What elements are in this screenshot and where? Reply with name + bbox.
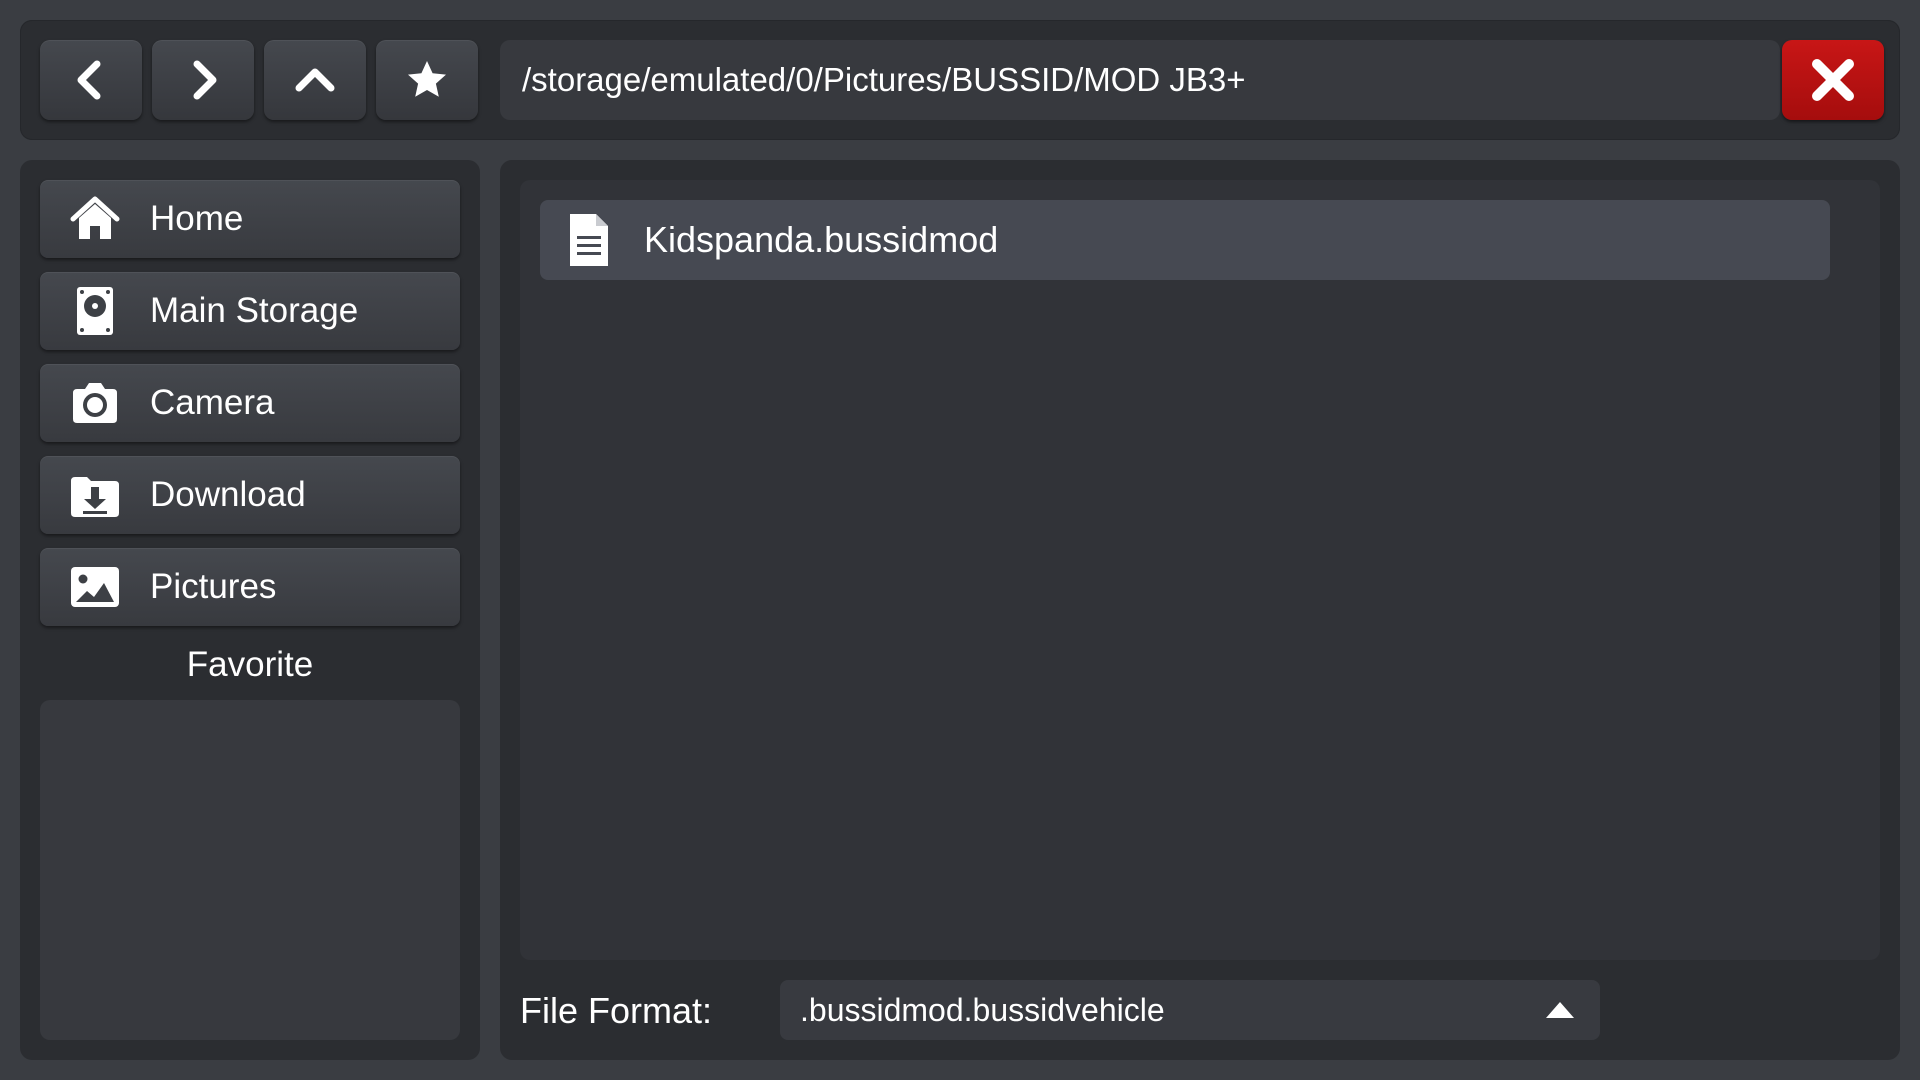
star-icon bbox=[408, 61, 446, 97]
sidebar-item-label: Pictures bbox=[150, 567, 277, 606]
file-format-value: .bussidmod.bussidvehicle bbox=[800, 991, 1165, 1028]
camera-icon bbox=[68, 376, 122, 430]
triangle-up-icon bbox=[1542, 998, 1578, 1020]
sidebar-item-main-storage[interactable]: Main Storage bbox=[40, 272, 460, 350]
file-name: Kidspanda.bussidmod bbox=[644, 219, 999, 260]
file-format-select[interactable]: .bussidmod.bussidvehicle bbox=[780, 980, 1600, 1040]
close-button[interactable] bbox=[1782, 40, 1884, 120]
download-icon bbox=[68, 468, 122, 522]
favorite-list[interactable] bbox=[40, 700, 460, 1040]
back-button[interactable] bbox=[40, 40, 142, 120]
sidebar-item-label: Download bbox=[150, 475, 306, 514]
list-item[interactable]: Kidspanda.bussidmod bbox=[540, 200, 1830, 280]
document-icon bbox=[566, 212, 612, 268]
favorite-heading: Favorite bbox=[186, 645, 314, 684]
forward-button[interactable] bbox=[152, 40, 254, 120]
up-directory-button[interactable] bbox=[264, 40, 366, 120]
file-format-label: File Format: bbox=[520, 990, 713, 1031]
chevron-left-icon bbox=[77, 60, 101, 100]
path-field[interactable]: /storage/emulated/0/Pictures/BUSSID/MOD … bbox=[500, 40, 1780, 120]
storage-icon bbox=[68, 284, 122, 338]
sidebar: Home Main Storage Camera Download Pictur… bbox=[20, 160, 480, 1060]
file-list[interactable]: Kidspanda.bussidmod bbox=[520, 180, 1880, 960]
file-browser-screen: /storage/emulated/0/Pictures/BUSSID/MOD … bbox=[0, 0, 1920, 1080]
sidebar-item-download[interactable]: Download bbox=[40, 456, 460, 534]
sidebar-item-home[interactable]: Home bbox=[40, 180, 460, 258]
sidebar-item-label: Home bbox=[150, 199, 244, 238]
sidebar-item-pictures[interactable]: Pictures bbox=[40, 548, 460, 626]
toolbar: /storage/emulated/0/Pictures/BUSSID/MOD … bbox=[20, 20, 1900, 140]
home-icon bbox=[68, 192, 122, 246]
close-icon bbox=[1812, 59, 1854, 101]
chevron-right-icon bbox=[193, 60, 217, 100]
image-icon bbox=[68, 560, 122, 614]
sidebar-item-camera[interactable]: Camera bbox=[40, 364, 460, 442]
chevron-up-icon bbox=[295, 68, 335, 92]
main-panel: Kidspanda.bussidmod File Format: .bussid… bbox=[500, 160, 1900, 1060]
sidebar-item-label: Main Storage bbox=[150, 291, 359, 330]
sidebar-item-label: Camera bbox=[150, 383, 275, 422]
add-favorite-button[interactable] bbox=[376, 40, 478, 120]
